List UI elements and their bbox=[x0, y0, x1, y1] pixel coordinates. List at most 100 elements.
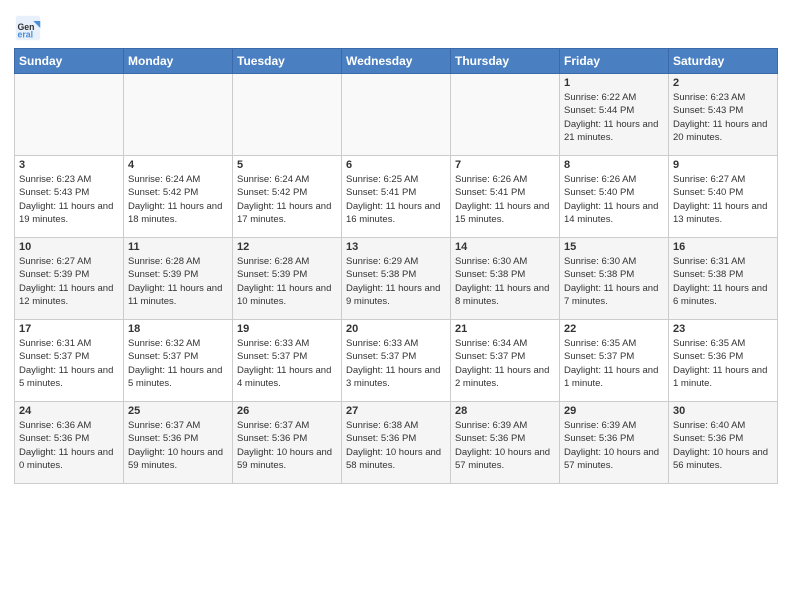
day-cell: 10Sunrise: 6:27 AMSunset: 5:39 PMDayligh… bbox=[15, 238, 124, 320]
day-cell: 21 Sunrise: 6:34 AMSunset: 5:37 PMDayligh… bbox=[451, 320, 560, 402]
day-info: Sunrise: 6:26 AMSunset: 5:41 PMDaylight:… bbox=[455, 173, 555, 226]
day-number: 30 bbox=[673, 405, 773, 417]
weekday-header-tuesday: Tuesday bbox=[233, 49, 342, 74]
day-cell: 29 Sunrise: 6:39 AMSunset: 5:36 PMDayligh… bbox=[560, 402, 669, 484]
day-number: 5 bbox=[237, 159, 337, 171]
day-info: Sunrise: 6:33 AMSunset: 5:37 PMDaylight:… bbox=[237, 337, 337, 390]
day-number: 18 bbox=[128, 323, 228, 335]
day-cell: 14 Sunrise: 6:30 AMSunset: 5:38 PMDayligh… bbox=[451, 238, 560, 320]
day-info: Sunrise: 6:31 AMSunset: 5:38 PMDaylight:… bbox=[673, 255, 773, 308]
day-number: 21 bbox=[455, 323, 555, 335]
day-number: 9 bbox=[673, 159, 773, 171]
day-cell: 26Sunrise: 6:37 AMSunset: 5:36 PMDayligh… bbox=[233, 402, 342, 484]
day-info: Sunrise: 6:28 AMSunset: 5:39 PMDaylight:… bbox=[128, 255, 228, 308]
day-number: 22 bbox=[564, 323, 664, 335]
header: Gen eral bbox=[14, 10, 778, 42]
calendar-header: SundayMondayTuesdayWednesdayThursdayFrid… bbox=[15, 49, 778, 74]
day-number: 7 bbox=[455, 159, 555, 171]
day-number: 12 bbox=[237, 241, 337, 253]
day-number: 19 bbox=[237, 323, 337, 335]
day-info: Sunrise: 6:23 AMSunset: 5:43 PMDaylight:… bbox=[673, 91, 773, 144]
day-number: 17 bbox=[19, 323, 119, 335]
logo-icon: Gen eral bbox=[14, 14, 42, 42]
page-container: Gen eral SundayMondayTuesdayWednesdayThu… bbox=[0, 0, 792, 490]
day-info: Sunrise: 6:37 AMSunset: 5:36 PMDaylight:… bbox=[128, 419, 228, 472]
day-number: 25 bbox=[128, 405, 228, 417]
day-cell: 25 Sunrise: 6:37 AMSunset: 5:36 PMDayligh… bbox=[124, 402, 233, 484]
day-cell bbox=[124, 74, 233, 156]
day-cell: 7 Sunrise: 6:26 AMSunset: 5:41 PMDaylight… bbox=[451, 156, 560, 238]
day-cell: 17 Sunrise: 6:31 AMSunset: 5:37 PMDayligh… bbox=[15, 320, 124, 402]
day-info: Sunrise: 6:35 AMSunset: 5:37 PMDaylight:… bbox=[564, 337, 664, 390]
svg-text:eral: eral bbox=[18, 30, 34, 40]
day-info: Sunrise: 6:29 AMSunset: 5:38 PMDaylight:… bbox=[346, 255, 446, 308]
day-cell: 8 Sunrise: 6:26 AMSunset: 5:40 PMDaylight… bbox=[560, 156, 669, 238]
day-number: 3 bbox=[19, 159, 119, 171]
day-cell: 19 Sunrise: 6:33 AMSunset: 5:37 PMDayligh… bbox=[233, 320, 342, 402]
day-cell: 22 Sunrise: 6:35 AMSunset: 5:37 PMDayligh… bbox=[560, 320, 669, 402]
day-number: 8 bbox=[564, 159, 664, 171]
day-info: Sunrise: 6:39 AMSunset: 5:36 PMDaylight:… bbox=[564, 419, 664, 472]
day-number: 24 bbox=[19, 405, 119, 417]
weekday-header-monday: Monday bbox=[124, 49, 233, 74]
day-cell bbox=[233, 74, 342, 156]
day-cell: 15 Sunrise: 6:30 AMSunset: 5:38 PMDayligh… bbox=[560, 238, 669, 320]
day-cell: 18Sunrise: 6:32 AMSunset: 5:37 PMDayligh… bbox=[124, 320, 233, 402]
calendar-body: 1 Sunrise: 6:22 AMSunset: 5:44 PMDaylight… bbox=[15, 74, 778, 484]
day-cell: 23 Sunrise: 6:35 AMSunset: 5:36 PMDayligh… bbox=[669, 320, 778, 402]
day-cell: 16 Sunrise: 6:31 AMSunset: 5:38 PMDayligh… bbox=[669, 238, 778, 320]
day-number: 23 bbox=[673, 323, 773, 335]
day-info: Sunrise: 6:25 AMSunset: 5:41 PMDaylight:… bbox=[346, 173, 446, 226]
day-cell: 6 Sunrise: 6:25 AMSunset: 5:41 PMDaylight… bbox=[342, 156, 451, 238]
day-info: Sunrise: 6:31 AMSunset: 5:37 PMDaylight:… bbox=[19, 337, 119, 390]
week-row-4: 17 Sunrise: 6:31 AMSunset: 5:37 PMDayligh… bbox=[15, 320, 778, 402]
day-info: Sunrise: 6:33 AMSunset: 5:37 PMDaylight:… bbox=[346, 337, 446, 390]
day-number: 28 bbox=[455, 405, 555, 417]
day-info: Sunrise: 6:40 AMSunset: 5:36 PMDaylight:… bbox=[673, 419, 773, 472]
day-info: Sunrise: 6:27 AMSunset: 5:40 PMDaylight:… bbox=[673, 173, 773, 226]
day-info: Sunrise: 6:26 AMSunset: 5:40 PMDaylight:… bbox=[564, 173, 664, 226]
day-cell: 1 Sunrise: 6:22 AMSunset: 5:44 PMDaylight… bbox=[560, 74, 669, 156]
day-cell bbox=[342, 74, 451, 156]
day-info: Sunrise: 6:35 AMSunset: 5:36 PMDaylight:… bbox=[673, 337, 773, 390]
weekday-header-thursday: Thursday bbox=[451, 49, 560, 74]
day-info: Sunrise: 6:34 AMSunset: 5:37 PMDaylight:… bbox=[455, 337, 555, 390]
day-number: 2 bbox=[673, 77, 773, 89]
weekday-header-wednesday: Wednesday bbox=[342, 49, 451, 74]
weekday-header-saturday: Saturday bbox=[669, 49, 778, 74]
day-info: Sunrise: 6:24 AMSunset: 5:42 PMDaylight:… bbox=[128, 173, 228, 226]
day-number: 29 bbox=[564, 405, 664, 417]
week-row-2: 3 Sunrise: 6:23 AMSunset: 5:43 PMDaylight… bbox=[15, 156, 778, 238]
day-info: Sunrise: 6:23 AMSunset: 5:43 PMDaylight:… bbox=[19, 173, 119, 226]
day-number: 26 bbox=[237, 405, 337, 417]
day-cell bbox=[451, 74, 560, 156]
day-info: Sunrise: 6:36 AMSunset: 5:36 PMDaylight:… bbox=[19, 419, 119, 472]
day-cell: 11 Sunrise: 6:28 AMSunset: 5:39 PMDayligh… bbox=[124, 238, 233, 320]
week-row-5: 24 Sunrise: 6:36 AMSunset: 5:36 PMDayligh… bbox=[15, 402, 778, 484]
day-cell: 12Sunrise: 6:28 AMSunset: 5:39 PMDayligh… bbox=[233, 238, 342, 320]
day-number: 13 bbox=[346, 241, 446, 253]
week-row-1: 1 Sunrise: 6:22 AMSunset: 5:44 PMDaylight… bbox=[15, 74, 778, 156]
day-number: 15 bbox=[564, 241, 664, 253]
day-info: Sunrise: 6:30 AMSunset: 5:38 PMDaylight:… bbox=[455, 255, 555, 308]
day-number: 11 bbox=[128, 241, 228, 253]
day-cell: 28 Sunrise: 6:39 AMSunset: 5:36 PMDayligh… bbox=[451, 402, 560, 484]
day-number: 4 bbox=[128, 159, 228, 171]
day-info: Sunrise: 6:24 AMSunset: 5:42 PMDaylight:… bbox=[237, 173, 337, 226]
day-cell: 9 Sunrise: 6:27 AMSunset: 5:40 PMDaylight… bbox=[669, 156, 778, 238]
day-number: 16 bbox=[673, 241, 773, 253]
day-cell: 24 Sunrise: 6:36 AMSunset: 5:36 PMDayligh… bbox=[15, 402, 124, 484]
day-info: Sunrise: 6:30 AMSunset: 5:38 PMDaylight:… bbox=[564, 255, 664, 308]
day-cell: 4 Sunrise: 6:24 AMSunset: 5:42 PMDaylight… bbox=[124, 156, 233, 238]
day-number: 10 bbox=[19, 241, 119, 253]
day-info: Sunrise: 6:39 AMSunset: 5:36 PMDaylight:… bbox=[455, 419, 555, 472]
day-info: Sunrise: 6:22 AMSunset: 5:44 PMDaylight:… bbox=[564, 91, 664, 144]
logo: Gen eral bbox=[14, 14, 46, 42]
day-cell: 3 Sunrise: 6:23 AMSunset: 5:43 PMDaylight… bbox=[15, 156, 124, 238]
day-number: 6 bbox=[346, 159, 446, 171]
day-number: 14 bbox=[455, 241, 555, 253]
day-cell: 2 Sunrise: 6:23 AMSunset: 5:43 PMDaylight… bbox=[669, 74, 778, 156]
day-number: 20 bbox=[346, 323, 446, 335]
day-number: 1 bbox=[564, 77, 664, 89]
calendar: SundayMondayTuesdayWednesdayThursdayFrid… bbox=[14, 48, 778, 484]
